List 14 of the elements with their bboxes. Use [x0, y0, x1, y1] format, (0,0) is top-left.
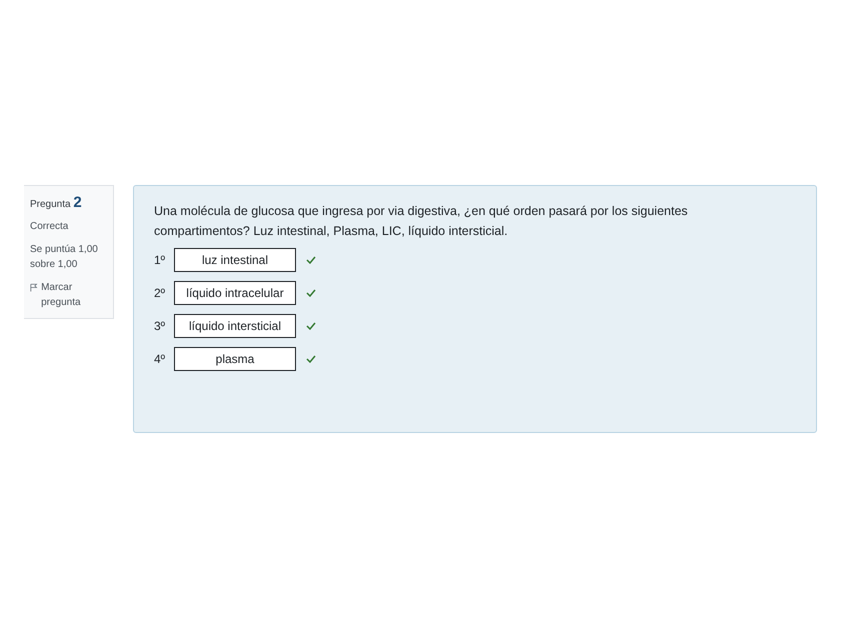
score-text: Se puntúa 1,00 sobre 1,00	[30, 243, 99, 272]
question-number: Pregunta 2	[30, 194, 83, 211]
answer-field[interactable]: luz intestinal	[174, 248, 296, 272]
ordinal-label: 4º	[154, 352, 166, 366]
question-text: Una molécula de glucosa que ingresa por via digestiva, ¿en qué orden pasará por los siguientes compartimentos? Luz intestinal, Plasma, LIC, líquido intersticial.	[154, 203, 689, 240]
ordinal-label: 3º	[154, 319, 166, 333]
ordinal-label: 1º	[154, 253, 166, 267]
answer-field[interactable]: líquido intersticial	[174, 314, 296, 338]
flag-icon	[30, 283, 38, 292]
answer-field[interactable]: plasma	[174, 347, 296, 371]
ordinal-label: 2º	[154, 286, 166, 300]
flag-question-link[interactable]: Marcar pregunta	[41, 280, 107, 310]
status-text: Correcta	[30, 220, 70, 234]
answer-field[interactable]: líquido intracelular	[174, 281, 296, 305]
